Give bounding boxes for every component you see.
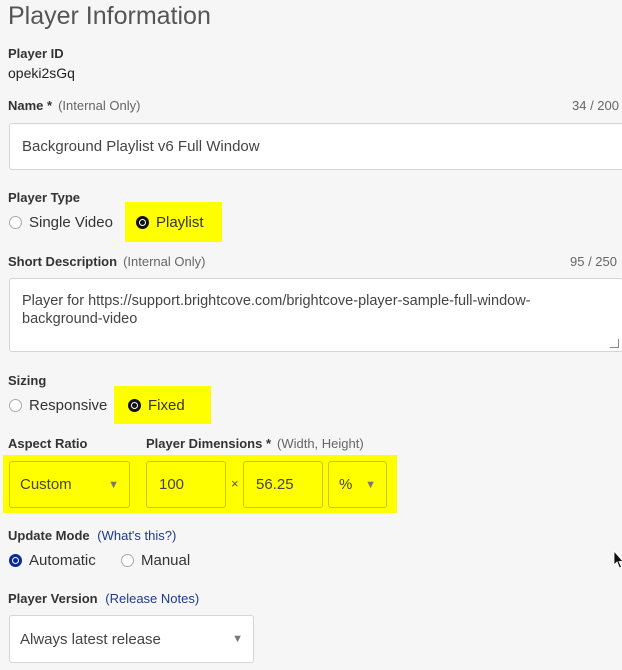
player-id-value: opeki2sGq — [8, 65, 75, 81]
player-version-select[interactable]: Always latest release ▼ — [9, 615, 254, 663]
player-type-playlist[interactable]: Playlist — [136, 214, 204, 231]
aspect-ratio-select[interactable]: Custom ▼ — [9, 461, 130, 508]
name-char-counter: 34 / 200 — [572, 98, 619, 113]
radio-unselected-icon — [9, 216, 22, 229]
player-version-value: Always latest release — [20, 630, 161, 648]
notes-close-paren: ) — [194, 591, 200, 606]
player-type-single-video[interactable]: Single Video — [9, 214, 113, 231]
name-note: (Internal Only) — [58, 98, 141, 113]
radio-unselected-icon — [9, 399, 22, 412]
short-description-textarea[interactable]: Player for https://support.brightcove.co… — [9, 278, 622, 352]
help-close-paren: ) — [172, 528, 177, 543]
whats-this-link[interactable]: What's this? — [102, 528, 172, 543]
update-mode-label: Update Mode (What's this?) — [8, 528, 176, 543]
release-notes-wrapper: (Release Notes) — [105, 591, 199, 606]
radio-selected-icon — [9, 554, 22, 567]
update-mode-help: (What's this?) — [97, 528, 176, 543]
single-video-label: Single Video — [29, 214, 113, 231]
player-height-input[interactable]: 56.25 — [243, 461, 323, 508]
page-title: Player Information — [8, 2, 211, 30]
update-mode-manual[interactable]: Manual — [121, 552, 190, 569]
caret-down-icon: ▼ — [365, 478, 376, 491]
dimension-unit-value: % — [339, 476, 353, 493]
player-width-input[interactable]: 100 — [146, 461, 226, 508]
automatic-label: Automatic — [29, 552, 96, 569]
dimension-unit-select[interactable]: % ▼ — [328, 461, 387, 508]
radio-selected-icon — [128, 399, 141, 412]
name-input-value: Background Playlist v6 Full Window — [22, 138, 260, 155]
short-description-line-1: Player for https://support.brightcove.co… — [22, 293, 531, 309]
player-id-label: Player ID — [8, 46, 64, 61]
resize-handle-icon[interactable] — [610, 339, 619, 348]
update-mode-automatic[interactable]: Automatic — [9, 552, 96, 569]
release-notes-link[interactable]: Release Notes — [110, 591, 195, 606]
player-version-label-text: Player Version — [8, 591, 98, 606]
short-description-char-counter: 95 / 250 — [570, 254, 617, 269]
sizing-fixed[interactable]: Fixed — [128, 397, 185, 414]
name-label-text: Name * — [8, 98, 53, 113]
short-description-label-text: Short Description — [8, 254, 118, 269]
aspect-ratio-label: Aspect Ratio — [8, 436, 88, 451]
player-dimensions-label-text: Player Dimensions * — [146, 436, 271, 451]
playlist-label: Playlist — [156, 214, 204, 231]
player-width-value: 100 — [159, 476, 185, 493]
update-mode-label-text: Update Mode — [8, 528, 90, 543]
caret-down-icon: ▼ — [232, 633, 243, 645]
radio-selected-icon — [136, 216, 149, 229]
short-description-line-2: background-video — [22, 311, 138, 327]
sizing-label: Sizing — [8, 373, 47, 388]
name-label: Name * (Internal Only) — [8, 98, 140, 113]
mouse-pointer-icon — [613, 550, 622, 569]
player-dimensions-note: (Width, Height) — [277, 436, 364, 451]
sizing-responsive[interactable]: Responsive — [9, 397, 107, 414]
player-dimensions-label: Player Dimensions * (Width, Height) — [146, 436, 364, 451]
caret-down-icon: ▼ — [108, 478, 119, 491]
player-height-value: 56.25 — [256, 476, 294, 493]
aspect-ratio-value: Custom — [20, 476, 72, 493]
short-description-label: Short Description (Internal Only) — [8, 254, 205, 269]
player-type-label: Player Type — [8, 190, 81, 205]
short-description-note: (Internal Only) — [123, 254, 206, 269]
name-input[interactable]: Background Playlist v6 Full Window — [9, 123, 622, 170]
manual-label: Manual — [141, 552, 191, 569]
fixed-label: Fixed — [148, 397, 185, 414]
player-version-label: Player Version (Release Notes) — [8, 591, 199, 606]
responsive-label: Responsive — [29, 397, 108, 414]
dimension-separator: × — [231, 476, 239, 491]
radio-unselected-icon — [121, 554, 134, 567]
